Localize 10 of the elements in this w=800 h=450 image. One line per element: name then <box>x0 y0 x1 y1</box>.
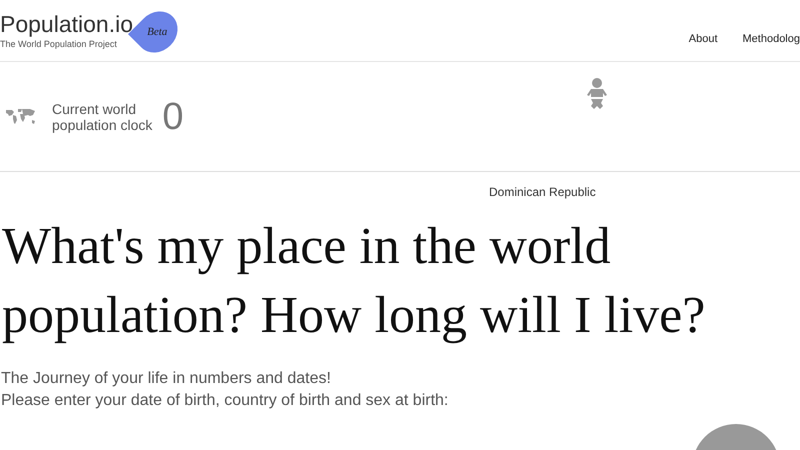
main-heading: What's my place in the world population? How long will I live? <box>1 217 706 346</box>
population-count: 0 <box>162 98 184 136</box>
baby-icon <box>586 78 608 110</box>
world-map-icon <box>5 106 37 126</box>
country-label: Dominican Republic <box>489 184 596 201</box>
nav-link[interactable]: About <box>688 31 718 48</box>
intro-text: The Journey of your life in numbers and dates! Please enter your date of birth, country of birth and sex at birth: <box>0 369 450 411</box>
clock-label: Current world population clock <box>52 100 152 132</box>
tagline: The World Population Project <box>0 38 118 50</box>
nav-link[interactable]: Methodolog <box>742 31 800 48</box>
